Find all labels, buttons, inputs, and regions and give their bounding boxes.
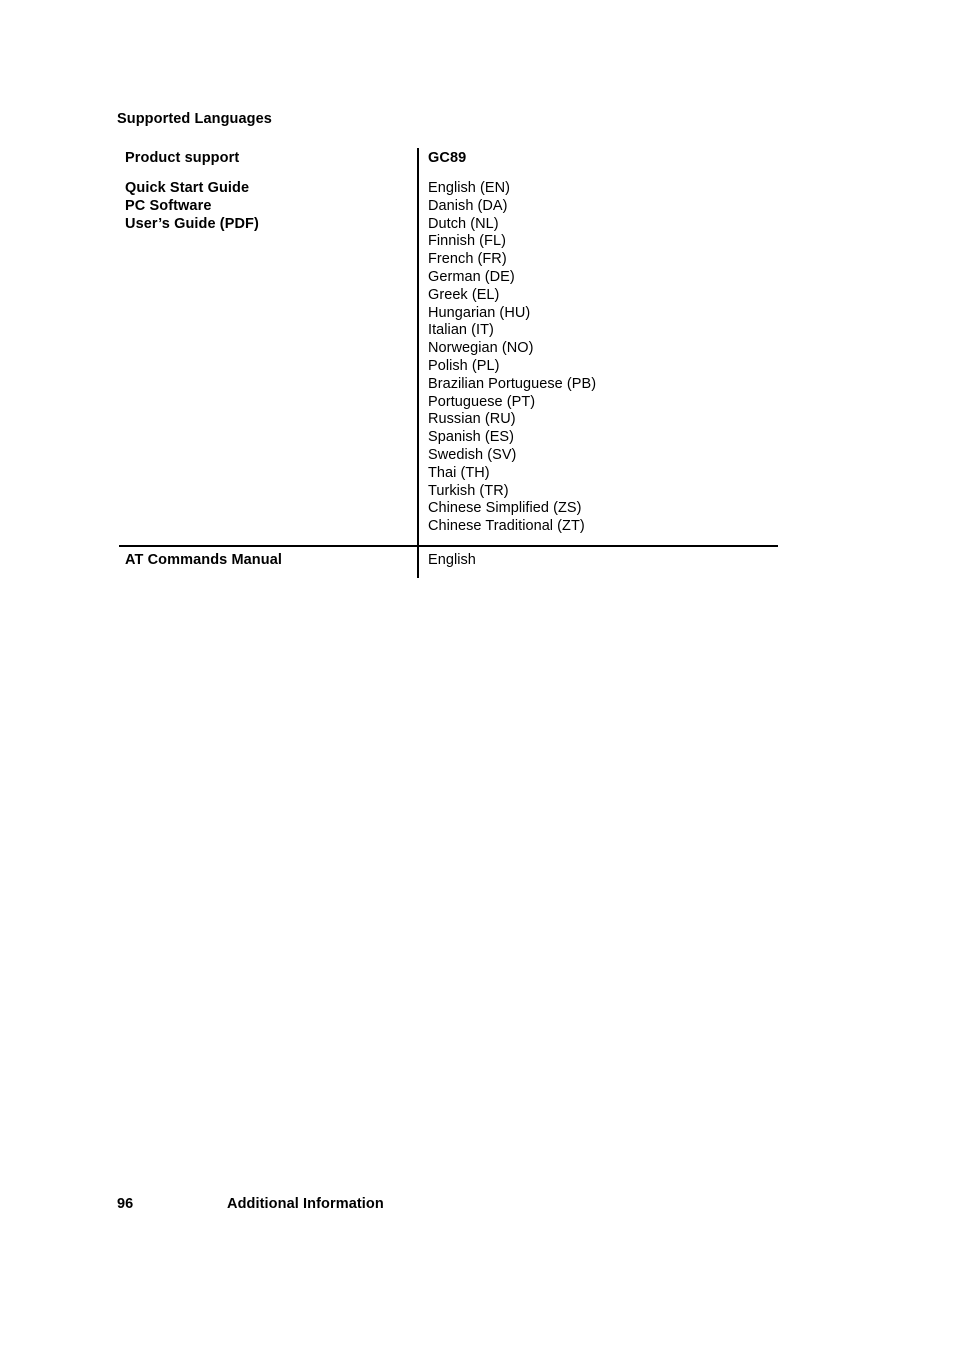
list-item: Turkish (TR) — [428, 482, 509, 499]
table-header-cell-left: Product support — [125, 150, 405, 168]
at-commands-manual-cell: AT Commands Manual — [125, 552, 405, 570]
list-item: Russian (RU) — [428, 411, 516, 428]
document-type-quick-start-guide: Quick Start Guide — [125, 180, 250, 196]
column-header-gc89: GC89 — [428, 150, 467, 166]
list-item: Chinese Traditional (ZT) — [428, 518, 585, 535]
list-item: Dutch (NL) — [428, 215, 499, 232]
list-item: Polish (PL) — [428, 357, 500, 374]
language-list: English (EN) Danish (DA) Dutch (NL) Finn… — [428, 180, 773, 536]
list-item: Greek (EL) — [428, 286, 500, 303]
list-item: German (DE) — [428, 268, 515, 285]
at-commands-language-cell: English — [428, 552, 773, 570]
list-item: Portuguese (PT) — [428, 393, 536, 410]
languages-cell: English (EN) Danish (DA) Dutch (NL) Finn… — [428, 180, 773, 536]
list-item: Norwegian (NO) — [428, 340, 534, 357]
document-type-users-guide-pdf: User’s Guide (PDF) — [125, 215, 259, 232]
list-item: Spanish (ES) — [428, 429, 515, 446]
footer-page-number: 96 — [117, 1196, 134, 1212]
document-type-pc-software: PC Software — [125, 197, 212, 214]
list-item: Brazilian Portuguese (PB) — [428, 375, 597, 392]
list-item: Finnish (FL) — [428, 233, 506, 250]
table-header-cell-right: GC89 — [428, 150, 773, 168]
document-type-at-commands-manual: AT Commands Manual — [125, 552, 283, 568]
list-item: Thai (TH) — [428, 464, 490, 481]
list-item: Italian (IT) — [428, 322, 494, 339]
footer-chapter-title: Additional Information — [227, 1196, 384, 1212]
page-footer: 96 Additional Information — [117, 1196, 817, 1216]
document-types-cell: Quick Start Guide PC Software User’s Gui… — [125, 180, 405, 233]
table-column-divider — [417, 148, 419, 578]
list-item: Hungarian (HU) — [428, 304, 531, 321]
column-header-product-support: Product support — [125, 150, 240, 166]
page-title: Supported Languages — [117, 111, 272, 127]
at-commands-language-english: English — [428, 552, 476, 568]
list-item: Swedish (SV) — [428, 446, 517, 463]
list-item: French (FR) — [428, 251, 507, 268]
table-row-divider — [119, 545, 778, 547]
document-page: Supported Languages Product support GC89… — [0, 0, 954, 1351]
list-item: Chinese Simplified (ZS) — [428, 500, 582, 517]
list-item: English (EN) — [428, 180, 510, 196]
list-item: Danish (DA) — [428, 197, 508, 214]
